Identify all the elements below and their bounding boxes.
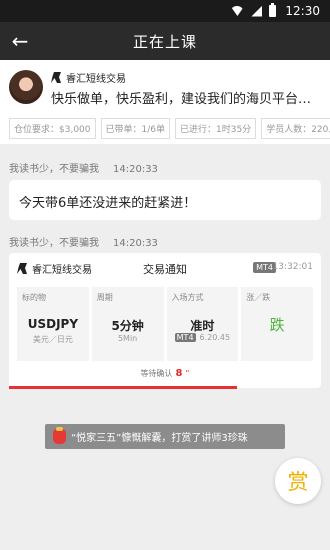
cell-value: USDJPY bbox=[27, 317, 79, 331]
teacher-tags: 仓位要求：$3,000 已带单：1/6单 已进行：1时35分 学员人数：220人 bbox=[9, 118, 330, 139]
reward-text: “悦家三五”慷慨解囊，打赏了讲师3珍珠 bbox=[71, 433, 248, 444]
teacher-panel: 睿汇短线交易 快乐做单，快乐盈利，建设我们的海贝平台我… 仓位要求：$3,000… bbox=[0, 60, 330, 144]
trade-detail-grid: 标的物 USDJPY 美元／日元 周期 5分钟 5Min 入场方式 准时 MT4… bbox=[17, 287, 313, 361]
pending-count: 8 bbox=[175, 368, 183, 379]
cell-value: 5分钟 bbox=[111, 319, 144, 333]
message-meta: 我读书少，不要骗我 14:20:33 bbox=[9, 234, 158, 249]
trade-cell-symbol: 标的物 USDJPY 美元／日元 bbox=[17, 287, 89, 361]
message-time: 14:20:33 bbox=[113, 238, 158, 249]
teacher-slogan: 快乐做单，快乐盈利，建设我们的海贝平台我… bbox=[51, 92, 323, 107]
trade-card-header: 睿汇短线交易 交易通知 MT4 13:32:01 bbox=[17, 261, 313, 277]
cell-label: 周期 bbox=[96, 293, 113, 302]
battery-icon bbox=[269, 3, 277, 17]
cell-label: 标的物 bbox=[22, 293, 46, 302]
chat-message-bubble: 今天带6单还没进来的赶紧进！ bbox=[9, 180, 321, 220]
progress-bar bbox=[9, 386, 237, 389]
pending-label: 等待确认 bbox=[140, 369, 173, 378]
status-time: 12:30 bbox=[285, 4, 320, 18]
pending-confirmation: 等待确认 8 “ bbox=[9, 368, 321, 379]
tag-duration: 已进行：1时35分 bbox=[175, 118, 257, 139]
trade-cell-period: 周期 5分钟 5Min bbox=[91, 287, 164, 361]
page-title: 正在上课 bbox=[132, 33, 197, 51]
message-sender: 我读书少，不要骗我 bbox=[9, 164, 99, 175]
reward-notice: “悦家三五”慷慨解囊，打赏了讲师3珍珠 bbox=[45, 424, 285, 449]
cell-sub: 5Min bbox=[117, 334, 138, 343]
cell-sub: 美元／日元 bbox=[32, 335, 73, 344]
message-sender: 我读书少，不要骗我 bbox=[9, 238, 99, 249]
wifi-icon bbox=[230, 6, 245, 16]
tip-label: 赏 bbox=[287, 470, 309, 494]
cell-sub: MT4 6.20.45 bbox=[167, 333, 239, 342]
red-envelope-icon bbox=[53, 427, 66, 444]
message-time: 14:20:33 bbox=[113, 164, 158, 175]
trade-timestamp: 13:32:01 bbox=[272, 262, 313, 272]
status-bar: 12:30 bbox=[0, 0, 330, 22]
tag-student-count: 学员人数：220人 bbox=[261, 118, 330, 139]
tag-orders-taken: 已带单：1/6单 bbox=[100, 118, 170, 139]
teacher-name-row: 睿汇短线交易 bbox=[51, 70, 126, 85]
signal-icon bbox=[251, 5, 263, 17]
brand-logo-icon bbox=[51, 72, 61, 83]
direction-value: 跌 bbox=[269, 316, 285, 334]
cell-value: 准时 bbox=[190, 319, 215, 333]
message-meta: 我读书少，不要骗我 14:20:33 bbox=[9, 160, 158, 175]
trade-cell-direction: 涨／跌 跌 bbox=[241, 287, 313, 361]
teacher-name: 睿汇短线交易 bbox=[66, 74, 126, 85]
trade-cell-entry: 入场方式 准时 MT4 6.20.45 bbox=[166, 287, 239, 361]
entry-time: 6.20.45 bbox=[199, 333, 231, 342]
cell-label: 入场方式 bbox=[171, 293, 204, 302]
tip-button[interactable]: 赏 bbox=[275, 458, 321, 504]
trade-notification-card[interactable]: 睿汇短线交易 交易通知 MT4 13:32:01 标的物 USDJPY 美元／日… bbox=[9, 253, 321, 388]
teacher-avatar[interactable] bbox=[9, 70, 43, 104]
tag-position-requirement: 仓位要求：$3,000 bbox=[9, 118, 96, 139]
cell-label: 涨／跌 bbox=[246, 293, 271, 302]
top-bar: ← 正在上课 bbox=[0, 22, 330, 60]
mt4-chip: MT4 bbox=[174, 333, 196, 342]
pending-mark: “ bbox=[185, 369, 190, 378]
